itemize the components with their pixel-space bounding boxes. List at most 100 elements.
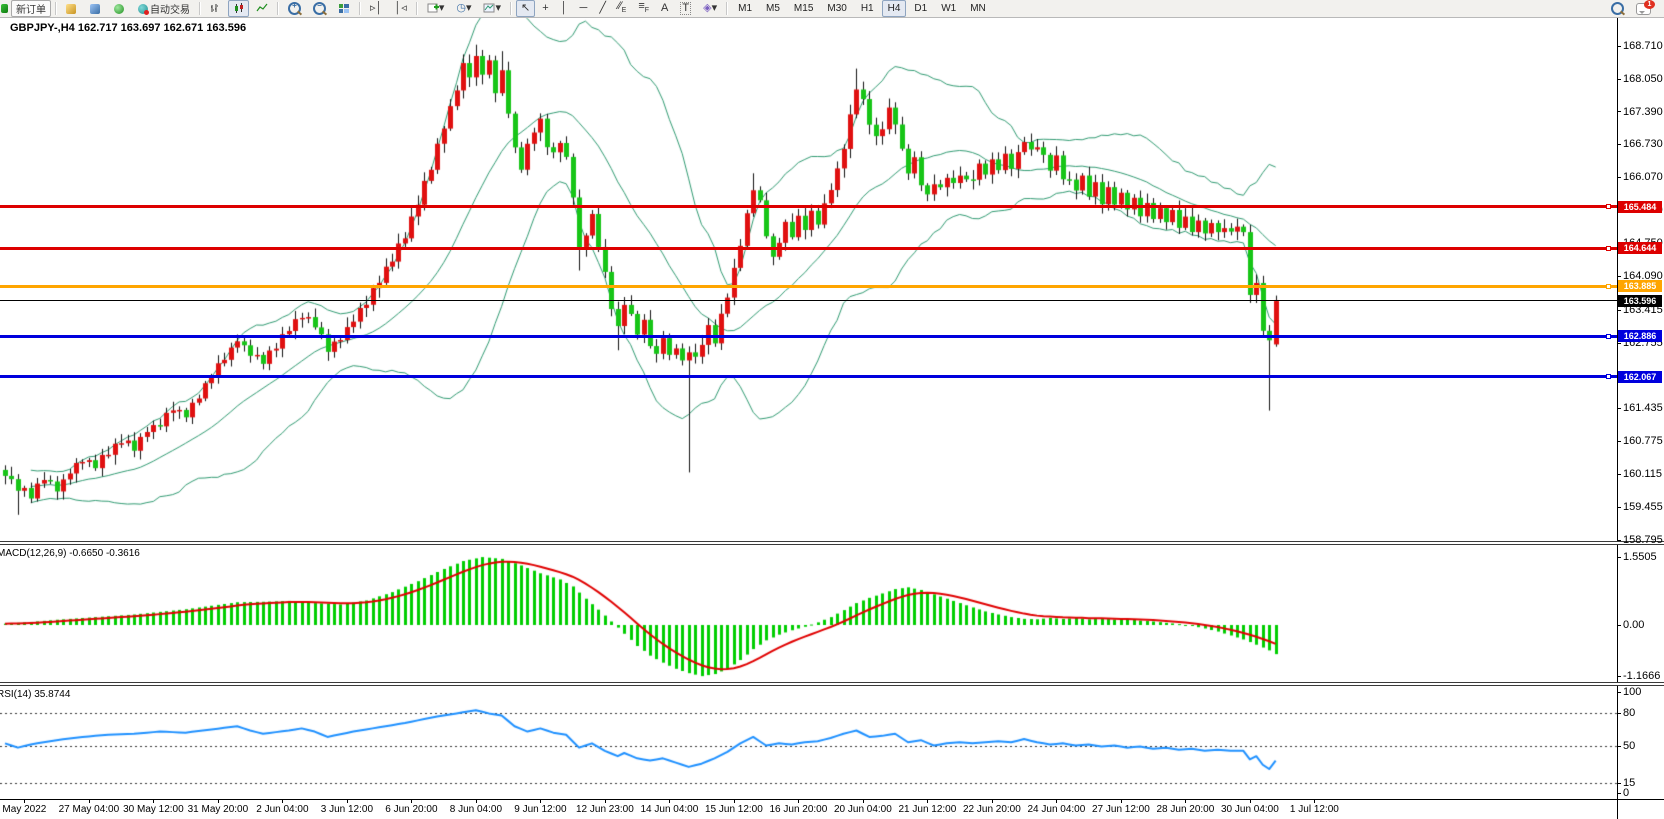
text-label-tool-button[interactable]: T	[675, 0, 696, 17]
equidistant-channel-button[interactable]: ∕∕E	[613, 0, 631, 17]
price-axis-line	[1617, 18, 1618, 819]
notifications-button[interactable]: 1	[1631, 0, 1656, 17]
axis-tick-label: 161.435	[1623, 402, 1663, 414]
axis-tick-label: 168.050	[1623, 73, 1663, 85]
timeframe-m5[interactable]: M5	[760, 0, 786, 17]
axis-tick	[1617, 310, 1621, 311]
timeframe-m1[interactable]: M1	[732, 0, 758, 17]
time-tick-label: 9 Jun 12:00	[514, 804, 566, 815]
time-tick-label: 30 Jun 04:00	[1221, 804, 1279, 815]
toolbar-separator	[277, 2, 279, 15]
axis-tick	[1617, 540, 1621, 541]
cursor-tool-button[interactable]: ↖	[516, 0, 535, 17]
auto-trading-icon	[138, 4, 148, 14]
timeframe-mn[interactable]: MN	[964, 0, 992, 17]
time-tick-label: 20 Jun 04:00	[834, 804, 892, 815]
time-tick-label: 3 Jun 12:00	[321, 804, 373, 815]
price-tag-165.484: 165.484	[1618, 201, 1662, 213]
toolbar-separator	[416, 2, 418, 15]
new-order-label: 新订单	[16, 1, 46, 16]
hline-anchor-marker[interactable]	[1606, 246, 1611, 251]
axis-tick-label: 50	[1623, 740, 1635, 752]
arrows-tool-button[interactable]: ◈▾	[698, 0, 722, 17]
time-tick-label: 31 May 20:00	[188, 804, 249, 815]
axis-tick-label: 159.455	[1623, 501, 1663, 513]
zoom-in-button[interactable]: +	[283, 0, 306, 17]
market-watch-button[interactable]	[109, 0, 131, 17]
new-chart-icon	[427, 3, 439, 14]
bar-chart-type-button[interactable]	[205, 0, 226, 17]
time-tick	[347, 800, 348, 803]
axis-tick-label: 160.775	[1623, 435, 1663, 447]
time-tick-label: 12 Jun 23:00	[576, 804, 634, 815]
dropdown-arrow-icon: ▾	[712, 3, 718, 14]
timeframe-h4[interactable]: H4	[882, 0, 907, 17]
templates-button[interactable]: ▾	[478, 0, 506, 17]
new-order-button[interactable]: 新订单	[11, 0, 51, 17]
chart-shift-button[interactable]: │◃	[389, 0, 411, 17]
axis-tick-label: 100	[1623, 686, 1641, 698]
axis-tick	[1617, 177, 1621, 178]
price-hline-163.596[interactable]	[0, 300, 1617, 301]
price-hline-164.644[interactable]	[0, 247, 1617, 250]
timeframe-m30[interactable]: M30	[821, 0, 852, 17]
chart-canvas[interactable]	[0, 18, 1664, 819]
trendline-tool-button[interactable]: ╱	[594, 0, 611, 17]
horizontal-line-tool-button[interactable]: ─	[575, 0, 593, 17]
charts-bar-button[interactable]	[61, 0, 83, 17]
line-chart-type-button[interactable]	[251, 0, 273, 17]
tile-windows-button[interactable]	[333, 0, 355, 17]
candlestick-type-button[interactable]	[228, 0, 249, 17]
timeframe-h1[interactable]: H1	[855, 0, 880, 17]
text-tool-button[interactable]: A	[656, 0, 673, 17]
auto-scroll-button[interactable]: ▹│	[365, 0, 387, 17]
period-button[interactable]: ◷▾	[451, 0, 476, 17]
timeframe-d1[interactable]: D1	[908, 0, 933, 17]
axis-tick	[1617, 746, 1621, 747]
chat-bubble-icon: 1	[1636, 3, 1651, 15]
price-hline-163.885[interactable]	[0, 285, 1617, 288]
panel-separator-rsi[interactable]	[0, 682, 1664, 686]
price-tag-163.885: 163.885	[1618, 280, 1662, 292]
price-tag-162.067: 162.067	[1618, 371, 1662, 383]
toolbar: 新订单 自动交易 + −	[0, 0, 1664, 18]
macd-label: MACD(12,26,9) -0.6650 -0.3616	[0, 548, 140, 559]
bar-chart-icon	[210, 3, 221, 14]
profiles-button[interactable]	[85, 0, 107, 17]
fibonacci-tool-button[interactable]: ≡F	[633, 0, 654, 17]
hline-anchor-marker[interactable]	[1606, 334, 1611, 339]
new-chart-button[interactable]: ▾	[422, 0, 450, 17]
trendline-icon: ╱	[599, 3, 606, 14]
price-hline-162.886[interactable]	[0, 335, 1617, 338]
axis-tick	[1617, 408, 1621, 409]
axis-tick	[1617, 441, 1621, 442]
price-hline-162.067[interactable]	[0, 375, 1617, 378]
hline-anchor-marker[interactable]	[1606, 374, 1611, 379]
axis-tick-label: 166.730	[1623, 138, 1663, 150]
timeframe-m15[interactable]: M15	[788, 0, 819, 17]
vertical-line-icon: │	[561, 3, 568, 14]
hline-anchor-marker[interactable]	[1606, 284, 1611, 289]
zoom-out-button[interactable]: −	[308, 0, 331, 17]
axis-tick-label: 166.070	[1623, 171, 1663, 183]
panel-separator-macd[interactable]	[0, 541, 1664, 545]
time-tick	[218, 800, 219, 803]
auto-trading-button[interactable]: 自动交易	[133, 0, 195, 17]
time-tick-label: 22 Jun 20:00	[963, 804, 1021, 815]
price-hline-165.484[interactable]	[0, 205, 1617, 208]
rsi-label: RSI(14) 35.8744	[0, 689, 70, 700]
time-tick-label: 28 Jun 20:00	[1156, 804, 1214, 815]
timeframe-w1[interactable]: W1	[935, 0, 962, 17]
axis-tick-label: 167.390	[1623, 106, 1663, 118]
crosshair-tool-button[interactable]: +	[537, 0, 553, 17]
search-button[interactable]	[1606, 0, 1629, 17]
toolbar-separator	[510, 2, 512, 15]
vertical-line-tool-button[interactable]: │	[556, 0, 573, 17]
chart-area: GBPJPY-,H4 162.717 163.697 162.671 163.5…	[0, 18, 1664, 819]
hline-anchor-marker[interactable]	[1606, 204, 1611, 209]
time-tick	[605, 800, 606, 803]
time-tick	[669, 800, 670, 803]
axis-tick	[1617, 783, 1621, 784]
text-label-icon: T	[680, 2, 691, 15]
axis-tick-label: -1.1666	[1623, 670, 1660, 682]
